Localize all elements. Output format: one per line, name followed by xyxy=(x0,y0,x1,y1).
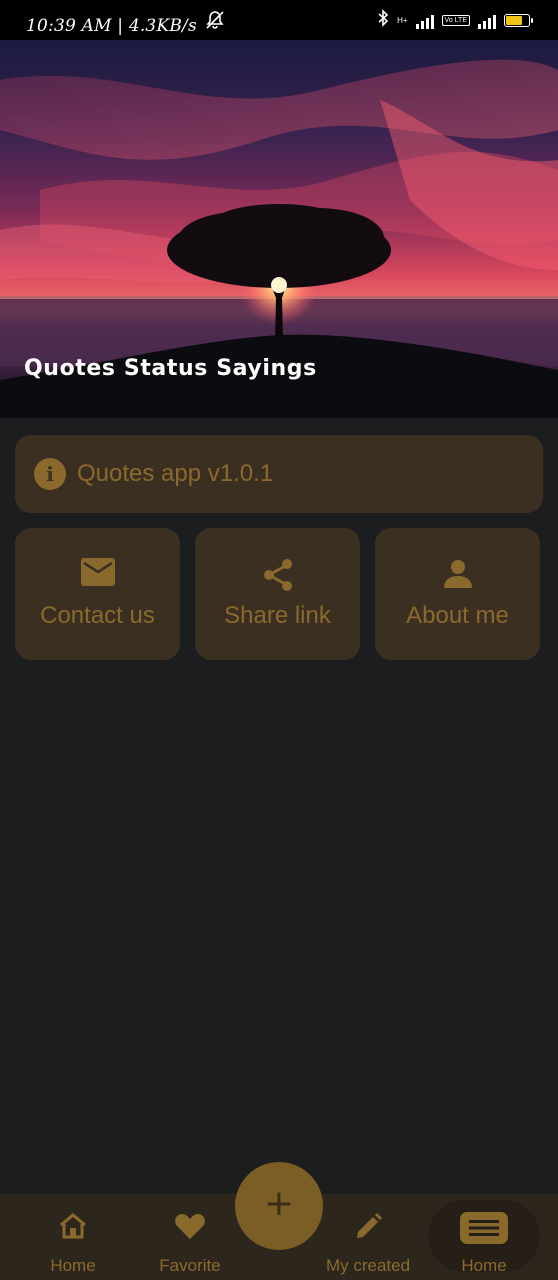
heart-icon xyxy=(174,1212,206,1245)
version-info-card: i Quotes app v1.0.1 xyxy=(15,435,543,513)
info-icon: i xyxy=(34,458,66,490)
bell-muted-icon xyxy=(204,10,226,35)
share-link-label: Share link xyxy=(224,602,331,629)
bluetooth-icon xyxy=(377,9,389,32)
plus-icon: + xyxy=(263,1183,295,1224)
share-icon xyxy=(261,558,295,597)
contact-us-button[interactable]: Contact us xyxy=(15,528,180,660)
nav-item-my-created[interactable]: My created xyxy=(318,1194,418,1280)
mail-icon xyxy=(80,558,115,591)
app-title: Quotes Status Sayings xyxy=(24,356,317,381)
add-quote-fab[interactable]: + xyxy=(235,1162,323,1250)
menu-icon xyxy=(460,1212,508,1249)
volte-label: Vo LTE xyxy=(441,15,470,26)
nav-item-home-active[interactable]: Home xyxy=(428,1200,540,1275)
nav-label-favorite: Favorite xyxy=(159,1256,221,1275)
signal-icon xyxy=(478,13,496,29)
nav-label-home-active: Home xyxy=(461,1256,507,1275)
pencil-icon xyxy=(353,1212,383,1247)
status-bar: 10:39 AM | 4.3KB/s H+ Vo LTE xyxy=(0,0,558,40)
status-time: 10:39 AM | 4.3KB/s xyxy=(26,16,197,36)
home-icon xyxy=(58,1212,88,1245)
version-label: Quotes app v1.0.1 xyxy=(77,460,274,487)
person-icon xyxy=(442,558,474,595)
share-link-button[interactable]: Share link xyxy=(195,528,360,660)
battery-icon xyxy=(504,14,533,27)
about-me-label: About me xyxy=(406,602,509,629)
signal-icon xyxy=(415,13,434,29)
nav-item-home[interactable]: Home xyxy=(28,1194,118,1280)
about-me-button[interactable]: About me xyxy=(375,528,540,660)
nav-item-favorite[interactable]: Favorite xyxy=(145,1194,235,1280)
nav-label-home: Home xyxy=(50,1256,96,1275)
contact-us-label: Contact us xyxy=(40,602,155,629)
network-type-label: H+ xyxy=(397,15,408,25)
hero-banner: Quotes Status Sayings xyxy=(0,40,558,418)
nav-label-my-created: My created xyxy=(325,1256,411,1275)
